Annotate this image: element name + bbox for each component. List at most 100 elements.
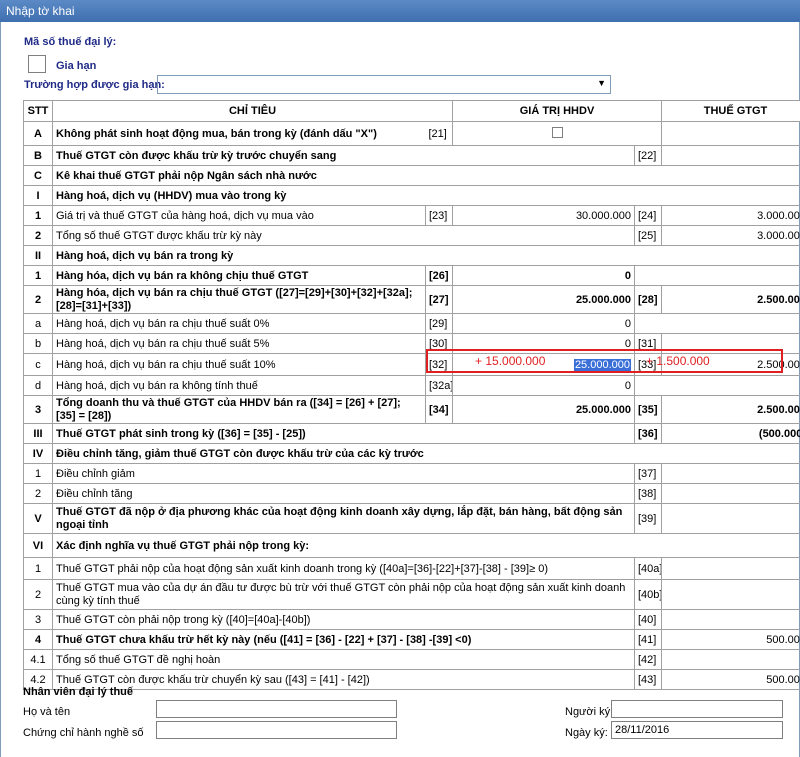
row-value[interactable]: 0: [661, 145, 800, 166]
table-row: 2 Tổng số thuế GTGT được khấu trừ kỳ này…: [23, 225, 800, 246]
row-value[interactable]: 3.000.000: [661, 205, 800, 226]
row-label: Thuế GTGT phát sinh trong kỳ ([36] = [35…: [52, 423, 635, 444]
row-stt: 1: [23, 265, 53, 286]
row-value[interactable]: 25.000.000: [452, 395, 635, 424]
row-stt: 2: [23, 579, 53, 610]
table-row: C Kê khai thuế GTGT phải nộp Ngân sách n…: [23, 165, 800, 186]
row-stt: I: [23, 185, 53, 206]
row-stt: V: [23, 503, 53, 534]
row-value[interactable]: 0: [661, 557, 800, 580]
row-code: [42]: [634, 649, 662, 670]
table-row: a Hàng hoá, dịch vụ bán ra chịu thuế suấ…: [23, 313, 800, 334]
no-activity-checkbox[interactable]: [551, 126, 563, 138]
row-code: [38]: [634, 483, 662, 504]
row-label: Thuế GTGT còn được khấu trừ chuyển kỳ sa…: [52, 669, 635, 690]
row-code: [32a]: [425, 375, 453, 396]
row-label: Điều chỉnh tăng: [52, 483, 635, 504]
row-code: [39]: [634, 503, 662, 534]
name-field[interactable]: [156, 700, 397, 718]
row-value[interactable]: 0: [452, 313, 635, 334]
row-label: Giá trị và thuế GTGT của hàng hoá, dịch …: [52, 205, 426, 226]
table-row: 1 Giá trị và thuế GTGT của hàng hoá, dịc…: [23, 205, 800, 226]
chevron-down-icon: ▼: [597, 78, 606, 88]
row-value[interactable]: 0: [661, 333, 800, 354]
table-row: VI Xác định nghĩa vụ thuế GTGT phải nộp …: [23, 533, 800, 558]
row-label: Hàng hóa, dịch vụ bán ra chịu thuế GTGT …: [52, 285, 426, 314]
table-row: 1 Thuế GTGT phải nộp của hoạt động sản x…: [23, 557, 800, 580]
row-value[interactable]: 2.500.000: [661, 285, 800, 314]
date-label: Ngày ký:: [565, 727, 608, 739]
signer-field[interactable]: [611, 700, 783, 718]
row-code: [26]: [425, 265, 453, 286]
extension-label: Gia hạn: [56, 60, 97, 72]
row-stt: VI: [23, 533, 53, 558]
row-code: [35]: [634, 395, 662, 424]
row-label: Điều chỉnh tăng, giảm thuế GTGT còn được…: [52, 443, 800, 464]
row-stt: d: [23, 375, 53, 396]
row-value[interactable]: 0: [661, 609, 800, 630]
table-row: B Thuế GTGT còn được khấu trừ kỳ trước c…: [23, 145, 800, 166]
row-code: [22]: [634, 145, 662, 166]
row-value[interactable]: 0: [452, 375, 635, 396]
table-row: V Thuế GTGT đã nộp ở địa phương khác của…: [23, 503, 800, 534]
row-value[interactable]: 0: [661, 483, 800, 504]
row-code: [28]: [634, 285, 662, 314]
row-code: [24]: [634, 205, 662, 226]
row-value[interactable]: (500.000): [661, 423, 800, 444]
row-label: Hàng hoá, dịch vụ bán ra không tính thuế: [52, 375, 426, 396]
row-value[interactable]: 0: [661, 463, 800, 484]
vat-add-annotation: + 1.500.000: [646, 354, 710, 368]
row-value[interactable]: 2.500.000: [661, 395, 800, 424]
no-activity-checkbox-cell[interactable]: [452, 121, 662, 146]
table-row: 4.2 Thuế GTGT còn được khấu trừ chuyển k…: [23, 669, 800, 690]
row-code: [21]: [425, 121, 453, 146]
table-row: 3 Tổng doanh thu và thuế GTGT của HHDV b…: [23, 395, 800, 424]
row-label: Tổng số thuế GTGT được khấu trừ kỳ này: [52, 225, 635, 246]
selected-value-text: 25.000.000: [573, 358, 631, 371]
row-stt: 2: [23, 483, 53, 504]
table-row: A Không phát sinh hoạt động mua, bán tro…: [23, 121, 800, 146]
row-value[interactable]: 25.000.000: [452, 285, 635, 314]
row-stt: III: [23, 423, 53, 444]
row-label: Xác định nghĩa vụ thuế GTGT phải nộp tro…: [52, 533, 800, 558]
row-value[interactable]: 0: [661, 503, 800, 534]
row-code: [36]: [634, 423, 662, 444]
row-value[interactable]: 0: [452, 265, 635, 286]
table-row: 2 Điều chỉnh tăng [38] 0: [23, 483, 800, 504]
row-code: [30]: [425, 333, 453, 354]
row-value[interactable]: 500.000: [661, 669, 800, 690]
extension-checkbox[interactable]: [28, 55, 46, 73]
table-row: II Hàng hoá, dịch vụ bán ra trong kỳ: [23, 245, 800, 266]
row-value[interactable]: 0: [661, 649, 800, 670]
row-label: Hàng hoá, dịch vụ bán ra chịu thuế suất …: [52, 333, 426, 354]
row-code: [41]: [634, 629, 662, 650]
staff-label: Nhân viên đại lý thuế: [23, 686, 134, 698]
row-value[interactable]: 0: [661, 579, 800, 610]
cert-field[interactable]: [156, 721, 397, 739]
row-value[interactable]: 0: [452, 333, 635, 354]
row-code: [37]: [634, 463, 662, 484]
table-row: d Hàng hoá, dịch vụ bán ra không tính th…: [23, 375, 800, 396]
row-label: Không phát sinh hoạt động mua, bán trong…: [52, 121, 426, 146]
row-stt: 1: [23, 205, 53, 226]
row-code: [34]: [425, 395, 453, 424]
row-value[interactable]: 500.000: [661, 629, 800, 650]
date-field[interactable]: 28/11/2016: [611, 721, 783, 739]
row-stt: 4.1: [23, 649, 53, 670]
table-row: IV Điều chỉnh tăng, giảm thuế GTGT còn đ…: [23, 443, 800, 464]
row-stt: IV: [23, 443, 53, 464]
table-row: 2 Thuế GTGT mua vào của dự án đầu tư đượ…: [23, 579, 800, 610]
row-code: [40]: [634, 609, 662, 630]
row-label: Thuế GTGT mua vào của dự án đầu tư được …: [52, 579, 635, 610]
table-row: I Hàng hoá, dịch vụ (HHDV) mua vào trong…: [23, 185, 800, 206]
row-code: [32]: [425, 353, 453, 376]
row-label: Tổng số thuế GTGT đề nghị hoàn: [52, 649, 635, 670]
row-label: Thuế GTGT còn được khấu trừ kỳ trước chu…: [52, 145, 635, 166]
row-stt: 1: [23, 557, 53, 580]
row-value[interactable]: 3.000.000: [661, 225, 800, 246]
row-value[interactable]: 30.000.000: [452, 205, 635, 226]
row-stt: A: [23, 121, 53, 146]
extension-case-select[interactable]: ▼: [157, 75, 611, 94]
row-label: Thuế GTGT chưa khấu trừ hết kỳ này (nếu …: [52, 629, 635, 650]
row-stt: 3: [23, 609, 53, 630]
